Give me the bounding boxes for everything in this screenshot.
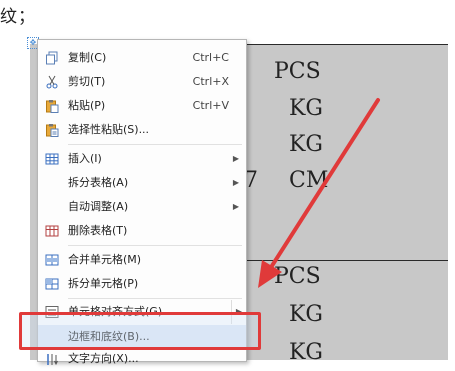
scissors-icon <box>46 75 58 89</box>
split-cells-icon <box>45 278 59 290</box>
menu-item-merge-cells[interactable]: 合并单元格(M) <box>38 248 246 272</box>
copy-icon <box>46 51 58 65</box>
menu-item-label: 选择性粘贴(S)... <box>68 123 150 136</box>
menu-item-label: 拆分表格(A) <box>68 176 129 189</box>
merge-cells-icon <box>45 254 59 266</box>
menu-item-label: 拆分单元格(P) <box>68 277 139 290</box>
menu-item-delete-table[interactable]: 删除表格(T) <box>38 219 246 243</box>
menu-item-label: 合并单元格(M) <box>68 253 142 266</box>
table-cell-unit[interactable]: PCS <box>274 264 321 289</box>
paste-icon <box>46 100 59 113</box>
menu-item-insert[interactable]: 插入(I) ▶ <box>38 147 246 171</box>
menu-item-cut[interactable]: 剪切(T) Ctrl+X <box>38 70 246 94</box>
menu-item-label: 剪切(T) <box>68 75 106 88</box>
submenu-arrow-icon: ▶ <box>232 178 239 187</box>
menu-item-label: 复制(C) <box>68 51 107 64</box>
menu-item-label: 插入(I) <box>68 152 102 165</box>
insert-table-icon <box>45 153 59 165</box>
menu-item-copy[interactable]: 复制(C) Ctrl+C <box>38 46 246 70</box>
highlight-box-annotation <box>19 312 261 350</box>
instruction-text: 纹； <box>0 7 36 27</box>
submenu-arrow-icon: ▶ <box>232 154 239 163</box>
menu-item-paste[interactable]: 粘贴(P) Ctrl+V <box>38 94 246 118</box>
table-cell-unit[interactable]: KG <box>289 96 323 121</box>
menu-item-label: 粘贴(P) <box>68 99 106 112</box>
table-cell-unit[interactable]: PCS <box>274 59 321 84</box>
table-cell-unit[interactable]: KG <box>289 132 323 157</box>
submenu-arrow-icon: ▶ <box>232 202 239 211</box>
menu-item-paste-special[interactable]: 选择性粘贴(S)... <box>38 118 246 142</box>
menu-separator <box>68 144 242 145</box>
paste-special-icon <box>46 124 59 137</box>
shortcut-label: Ctrl+X <box>192 75 229 88</box>
text-direction-icon <box>47 354 58 366</box>
menu-item-label: 自动调整(A) <box>68 200 129 213</box>
shortcut-label: Ctrl+C <box>192 51 229 64</box>
delete-table-icon <box>45 225 59 237</box>
menu-item-split-cells[interactable]: 拆分单元格(P) <box>38 272 246 296</box>
menu-item-label: 文字方向(X)... <box>68 352 139 365</box>
menu-separator <box>68 298 242 299</box>
table-cell-unit[interactable]: CM <box>289 168 328 193</box>
menu-item-auto-fit[interactable]: 自动调整(A) ▶ <box>38 195 246 219</box>
menu-item-split-table[interactable]: 拆分表格(A) ▶ <box>38 171 246 195</box>
menu-separator <box>68 245 242 246</box>
menu-item-text-direction[interactable]: 文字方向(X)... <box>38 347 246 371</box>
table-cell-unit[interactable]: KG <box>289 302 323 327</box>
menu-item-label: 删除表格(T) <box>68 224 128 237</box>
shortcut-label: Ctrl+V <box>192 99 229 112</box>
table-cell-unit[interactable]: KG <box>289 340 323 365</box>
